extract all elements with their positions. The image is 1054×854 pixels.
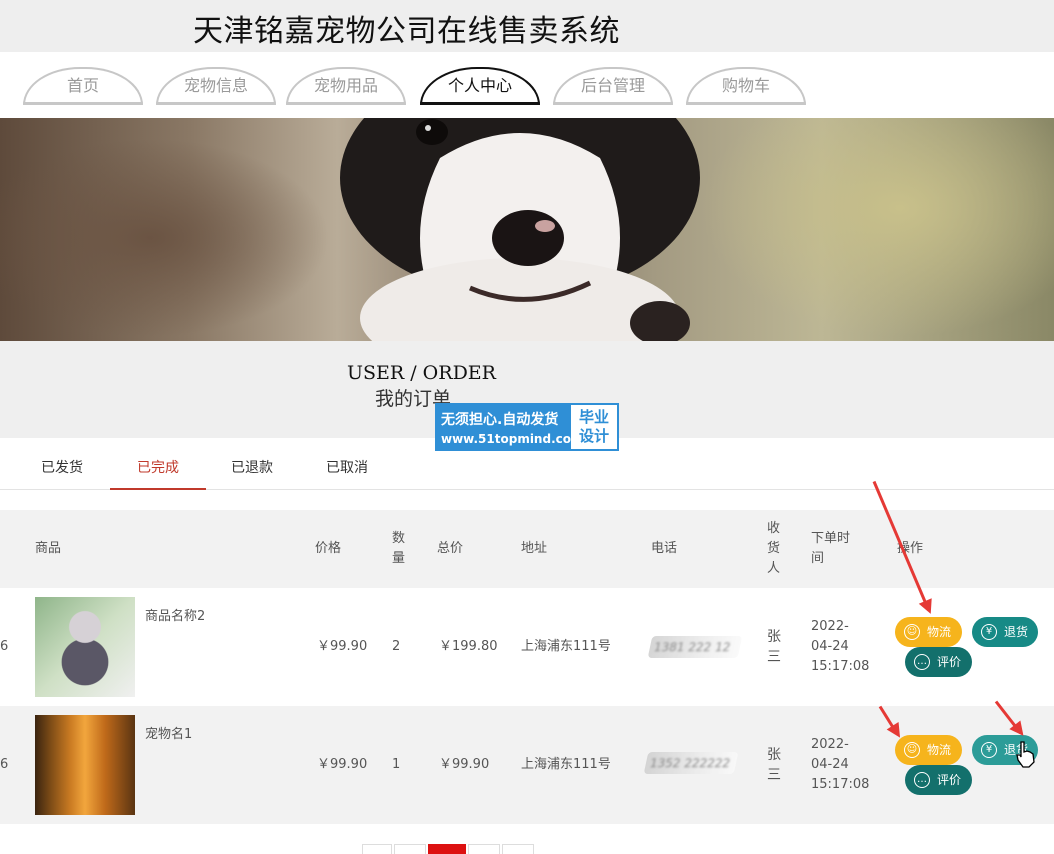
- address-value: 上海浦东111号: [521, 639, 611, 654]
- section-title-en: USER / ORDER: [347, 362, 496, 384]
- pagination-page[interactable]: [394, 844, 426, 854]
- tab-cart[interactable]: 购物车: [686, 67, 806, 105]
- qty-value: 1: [392, 757, 401, 772]
- price-value: ￥99.90: [317, 639, 368, 654]
- watermark-line2: www.51topmind.com: [441, 432, 584, 446]
- col-total: 总价: [437, 541, 464, 556]
- chat-icon: …: [914, 772, 930, 788]
- pagination-current-page[interactable]: [428, 844, 466, 854]
- col-time: 下单时 间: [811, 531, 851, 566]
- pagination-page[interactable]: [468, 844, 500, 854]
- col-qty: 数 量: [392, 531, 406, 566]
- hand-cursor-icon: [1016, 741, 1035, 768]
- status-tab-shipped[interactable]: 已发货: [14, 438, 110, 490]
- order-title-area: USER / ORDER 我的订单 无须担心.自动发货 www.51topmin…: [0, 341, 1054, 451]
- product-name[interactable]: 宠物名1: [145, 725, 192, 745]
- phone-value-redacted: 1352 222222: [643, 752, 739, 774]
- chat-icon: …: [914, 654, 930, 670]
- total-value: ￥199.80: [439, 639, 498, 654]
- table-row: 6 商品名称2 ￥99.90 2 ￥199.80 上海浦东111号 1381 2…: [0, 588, 1054, 706]
- col-phone: 电话: [651, 541, 678, 556]
- logistics-button[interactable]: ☺ 物流: [895, 617, 962, 647]
- order-table: 商品 价格 数 量 总价 地址 电话 收 货 人 下单时 间 操作 6 商品名称…: [0, 510, 1054, 824]
- tab-home[interactable]: 首页: [23, 67, 143, 105]
- order-time-value: 2022- 04-24 15:17:08: [811, 737, 870, 792]
- yen-icon: ¥: [981, 742, 997, 758]
- tab-pet-info[interactable]: 宠物信息: [156, 67, 276, 105]
- col-product: 商品: [35, 541, 62, 556]
- status-tab-cancelled[interactable]: 已取消: [299, 438, 395, 490]
- logistics-button[interactable]: ☺ 物流: [895, 735, 962, 765]
- watermark-right1: 毕业: [578, 408, 609, 426]
- receiver-value: 张 三: [767, 747, 781, 783]
- banner-image: [0, 118, 1054, 341]
- address-value: 上海浦东111号: [521, 757, 611, 772]
- total-value: ￥99.90: [439, 757, 490, 772]
- col-price: 价格: [315, 541, 342, 556]
- refund-button[interactable]: ¥ 退货: [972, 617, 1038, 647]
- pagination: [362, 844, 534, 854]
- row-index-fragment: 6: [0, 639, 9, 654]
- status-tab-refunded[interactable]: 已退款: [204, 438, 300, 490]
- product-image[interactable]: [35, 715, 135, 815]
- status-tab-completed[interactable]: 已完成: [110, 438, 206, 490]
- tab-user-center[interactable]: 个人中心: [420, 67, 540, 105]
- user-icon: ☺: [904, 624, 920, 640]
- phone-value-redacted: 1381 222 12: [647, 636, 743, 658]
- review-button[interactable]: … 评价: [905, 765, 972, 795]
- table-header: 商品 价格 数 量 总价 地址 电话 收 货 人 下单时 间 操作: [0, 510, 1054, 588]
- col-address: 地址: [521, 541, 548, 556]
- main-nav: 首页 宠物信息 宠物用品 个人中心 后台管理 购物车: [0, 52, 1054, 118]
- site-header: 天津铭嘉宠物公司在线售卖系统: [0, 0, 1054, 52]
- watermark-badge: 无须担心.自动发货 www.51topmind.com 毕业 设计: [435, 403, 619, 451]
- yen-icon: ¥: [981, 624, 997, 640]
- price-value: ￥99.90: [317, 757, 368, 772]
- site-title: 天津铭嘉宠物公司在线售卖系统: [193, 14, 620, 49]
- user-icon: ☺: [904, 742, 920, 758]
- review-button[interactable]: … 评价: [905, 647, 972, 677]
- pagination-prev[interactable]: [362, 844, 392, 854]
- receiver-value: 张 三: [767, 629, 781, 665]
- watermark-right2: 设计: [578, 427, 609, 445]
- order-time-value: 2022- 04-24 15:17:08: [811, 619, 870, 674]
- qty-value: 2: [392, 639, 401, 654]
- watermark-line1: 无须担心.自动发货: [441, 412, 559, 428]
- tab-pet-supplies[interactable]: 宠物用品: [286, 67, 406, 105]
- pagination-next[interactable]: [502, 844, 534, 854]
- puppy-illustration: [340, 118, 700, 341]
- row-index-fragment: 6: [0, 757, 9, 772]
- product-name[interactable]: 商品名称2: [145, 607, 205, 627]
- product-image[interactable]: [35, 597, 135, 697]
- col-receiver: 收 货 人: [767, 521, 781, 576]
- tab-admin[interactable]: 后台管理: [553, 67, 673, 105]
